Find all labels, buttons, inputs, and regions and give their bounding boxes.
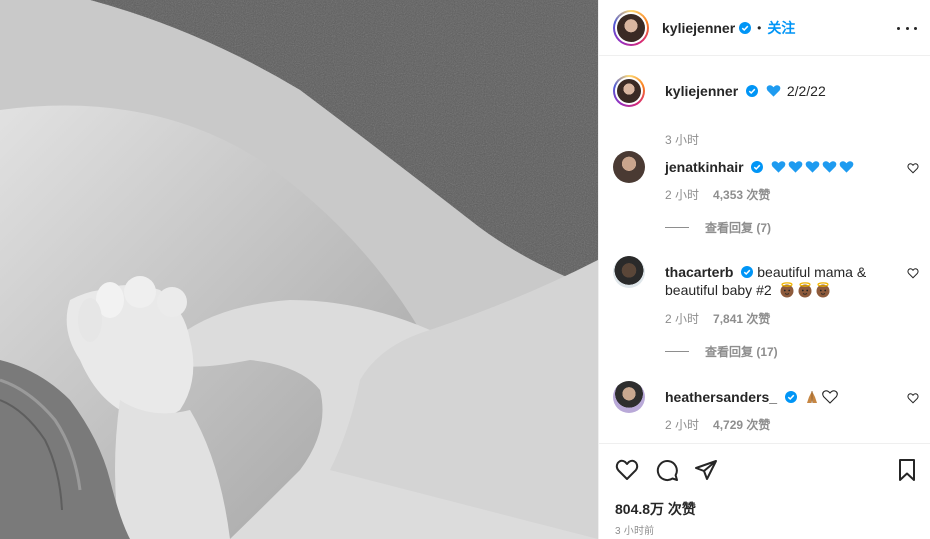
view-replies-label: 查看回复 (7) [705, 221, 772, 235]
folded-hands-emoji-icon [806, 391, 817, 403]
action-bar [613, 458, 919, 482]
photo-hands-icon [0, 0, 598, 539]
avatar-image [617, 13, 645, 42]
actions-divider [599, 443, 930, 444]
caption-meta: 3 小时 [665, 131, 699, 148]
verified-badge-icon [746, 85, 759, 97]
verified-badge-icon [751, 161, 764, 173]
blue-heart-emoji-icon [823, 161, 837, 173]
comment-meta: 2 小时 4,353 次赞 [665, 186, 770, 203]
author-username[interactable]: kyliejenner [662, 20, 735, 36]
comment-text: thacarterb beautiful mama & beautiful ba… [665, 263, 895, 299]
comment-row: jenatkinhair 2 小时 4,353 次赞 查看回复 (7) [613, 151, 919, 251]
post-timestamp: 3 小时前 [615, 526, 655, 537]
share-send-icon[interactable] [694, 458, 718, 482]
caption-avatar[interactable] [613, 75, 645, 107]
comments-list[interactable]: kyliejenner 2/2/22 3 小时 jenatkinhair 2 小… [599, 57, 930, 443]
comment-meta: 2 小时 7,841 次赞 [665, 310, 770, 327]
verified-badge-icon [784, 391, 797, 403]
comment-bubble-icon[interactable] [655, 458, 679, 482]
post-photo[interactable] [0, 0, 598, 539]
comment-username[interactable]: jenatkinhair [665, 159, 744, 175]
white-heart-emoji-icon [821, 390, 838, 404]
comment-avatar[interactable] [613, 256, 645, 288]
comment-username[interactable]: thacarterb [665, 264, 733, 280]
save-bookmark-icon[interactable] [895, 458, 919, 482]
comment-like-heart-icon[interactable] [907, 267, 919, 279]
comment-like-count[interactable]: 4,353 次赞 [713, 188, 770, 202]
comment-avatar[interactable] [613, 151, 645, 183]
blue-heart-emoji-icon [806, 161, 820, 173]
like-heart-icon[interactable] [615, 458, 639, 482]
blue-heart-emoji-icon [766, 85, 781, 97]
comment-avatar[interactable] [613, 381, 645, 413]
caption-username[interactable]: kyliejenner [665, 83, 738, 99]
separator-dot: • [757, 20, 762, 35]
blue-heart-emoji-icon [789, 161, 803, 173]
caption-body: 2/2/22 [786, 83, 826, 99]
view-replies-button[interactable]: 查看回复 (7) [665, 219, 771, 236]
baby-angel-emoji-icon [798, 282, 812, 298]
comment-time: 2 小时 [665, 312, 700, 326]
verified-badge-icon [739, 21, 752, 34]
view-replies-label: 查看回复 (17) [705, 345, 778, 359]
comment-like-count[interactable]: 7,841 次赞 [713, 312, 770, 326]
post-side-panel: kyliejenner • 关注 kyliejenner 2/2/22 3 小时 [598, 0, 930, 539]
comment-meta: 2 小时 4,729 次赞 [665, 416, 770, 433]
follow-button[interactable]: 关注 [767, 18, 795, 38]
comment-like-count[interactable]: 4,729 次赞 [713, 418, 770, 432]
verified-badge-icon [741, 266, 754, 278]
caption-time: 3 小时 [665, 133, 700, 147]
comment-username[interactable]: heathersanders_ [665, 389, 777, 405]
comment-like-heart-icon[interactable] [907, 392, 919, 404]
baby-angel-emoji-icon [816, 282, 830, 298]
author-avatar[interactable] [613, 9, 649, 46]
comment-like-heart-icon[interactable] [907, 162, 919, 174]
caption-text: kyliejenner 2/2/22 [665, 82, 895, 100]
comment-row: heathersanders_ 2 小时 4,729 次赞 [613, 381, 919, 441]
comment-time: 2 小时 [665, 188, 700, 202]
post-header: kyliejenner • 关注 [599, 0, 930, 56]
blue-heart-emoji-icon [772, 161, 786, 173]
comment-text: heathersanders_ [665, 388, 895, 406]
more-horizontal-icon[interactable] [897, 18, 917, 38]
baby-angel-emoji-icon [780, 282, 794, 298]
blue-heart-emoji-icon [840, 161, 854, 173]
comment-text: jenatkinhair [665, 158, 895, 176]
caption-row: kyliejenner 2/2/22 3 小时 [613, 75, 919, 147]
post-like-count[interactable]: 804.8万 次赞 [615, 499, 696, 519]
view-replies-button[interactable]: 查看回复 (17) [665, 343, 778, 360]
comment-row: thacarterb beautiful mama & beautiful ba… [613, 256, 919, 366]
comment-time: 2 小时 [665, 418, 700, 432]
